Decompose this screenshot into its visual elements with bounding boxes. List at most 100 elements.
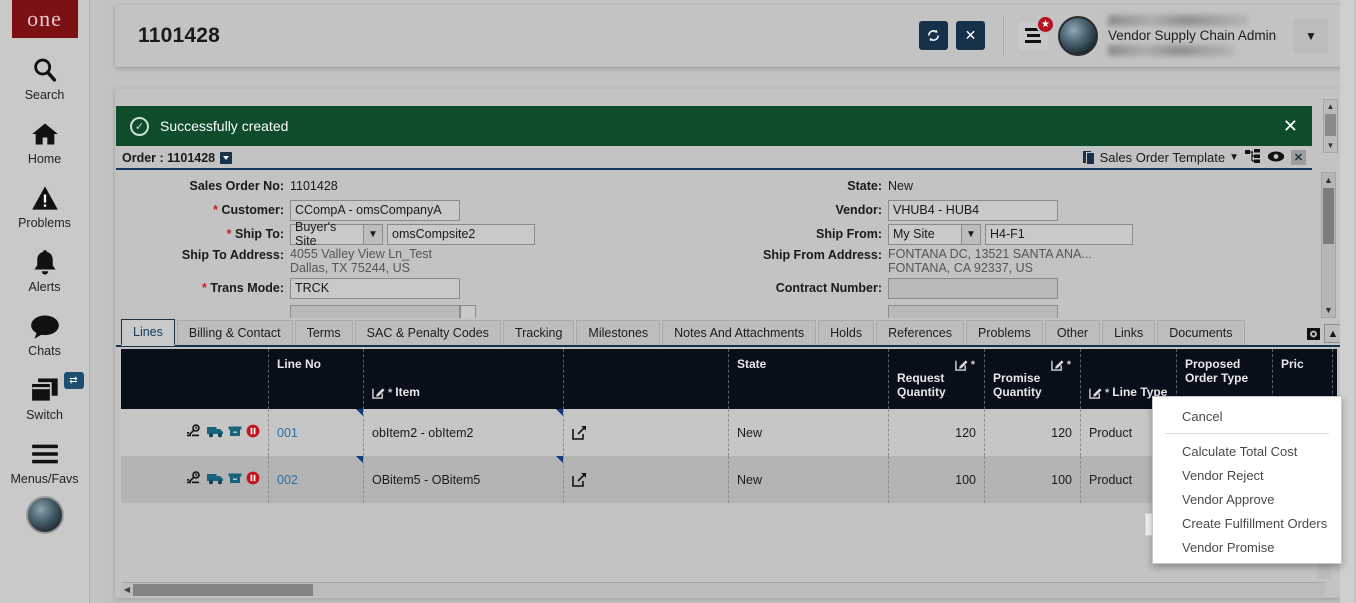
sidebar-item-home[interactable]: Home — [0, 118, 90, 166]
sidebar-item-menus-favs[interactable]: Menus/Favs — [0, 438, 90, 486]
form-vertical-scrollbar[interactable]: ▲ ▼ — [1321, 172, 1336, 318]
cell-item-edit[interactable] — [564, 409, 729, 456]
menu-item-vendor-reject[interactable]: Vendor Reject — [1153, 463, 1341, 487]
menu-item-vendor-approve[interactable]: Vendor Approve — [1153, 487, 1341, 511]
line-no-link[interactable]: 001 — [277, 426, 298, 440]
vendor-input[interactable]: VHUB4 - HUB4 — [888, 200, 1058, 221]
menu-item-calculate-total-cost[interactable]: Calculate Total Cost — [1153, 439, 1341, 463]
truck-icon[interactable] — [207, 425, 224, 441]
favorites-star-badge[interactable]: ★ — [1036, 15, 1055, 34]
tracking-icon[interactable] — [187, 424, 203, 441]
tab-milestones[interactable]: Milestones — [576, 320, 660, 345]
line-no-link[interactable]: 002 — [277, 473, 298, 487]
user-menu-chevron[interactable]: ▼ — [1294, 19, 1328, 53]
sidebar-item-switch[interactable]: ⇄ Switch — [0, 374, 90, 422]
cell-request-quantity[interactable]: 120 — [889, 409, 985, 456]
tab-holds[interactable]: Holds — [818, 320, 874, 345]
scroll-up-arrow-icon[interactable]: ▲ — [1324, 100, 1337, 113]
grid-header-item[interactable]: * Item — [364, 349, 564, 409]
tracking-icon[interactable] — [187, 471, 203, 488]
close-template-icon[interactable]: ✕ — [1291, 150, 1306, 165]
window-scrollbar[interactable] — [1340, 0, 1354, 603]
tab-billing-contact[interactable]: Billing & Contact — [177, 320, 293, 345]
trans-mode-input[interactable]: TRCK — [290, 278, 460, 299]
switch-badge-icon[interactable]: ⇄ — [64, 372, 84, 389]
sidebar-item-alerts[interactable]: Alerts — [0, 246, 90, 294]
avatar[interactable] — [1058, 16, 1098, 56]
cell-request-quantity[interactable]: 100 — [889, 456, 985, 503]
cell-item[interactable]: OBitem5 - OBitem5 — [364, 456, 564, 503]
partial-field-right[interactable] — [888, 305, 1058, 318]
tab-terms[interactable]: Terms — [295, 320, 353, 345]
tab-notes-and-attachments[interactable]: Notes And Attachments — [662, 320, 816, 345]
cell-line-no[interactable]: 002 — [269, 456, 364, 503]
customer-input[interactable]: CCompA - omsCompanyA — [290, 200, 460, 221]
grid-header-item-edit — [564, 349, 729, 409]
chevron-down-icon[interactable]: ▼ — [1229, 152, 1239, 163]
rail-avatar[interactable] — [26, 496, 64, 534]
scroll-left-arrow-icon[interactable]: ◀ — [121, 585, 133, 594]
scroll-thumb[interactable] — [133, 584, 313, 596]
banner-close-icon[interactable]: ✕ — [1283, 116, 1298, 137]
refresh-button[interactable] — [919, 21, 948, 50]
sales-order-template-label: Sales Order Template — [1100, 150, 1226, 165]
contract-number-input[interactable] — [888, 278, 1058, 299]
cell-item[interactable]: obItem2 - obItem2 — [364, 409, 564, 456]
tab-links[interactable]: Links — [1102, 320, 1155, 345]
close-button[interactable]: ✕ — [956, 21, 985, 50]
ship-to-select-value: Buyer's Site — [291, 220, 363, 248]
field-trans-mode: * Trans Mode: TRCK — [116, 277, 714, 299]
tab-sac-penalty-codes[interactable]: SAC & Penalty Codes — [355, 320, 501, 345]
scroll-thumb[interactable] — [1325, 114, 1336, 136]
scroll-thumb[interactable] — [1323, 188, 1334, 244]
cell-item-edit[interactable] — [564, 456, 729, 503]
menu-item-cancel[interactable]: Cancel — [1153, 404, 1341, 428]
cell-marker-icon — [356, 409, 363, 416]
grid-header-line-no[interactable]: Line No — [269, 349, 364, 409]
app-logo[interactable]: one — [12, 0, 78, 38]
hold-icon[interactable] — [246, 471, 260, 488]
tab-tracking[interactable]: Tracking — [503, 320, 574, 345]
gear-icon[interactable] — [1304, 324, 1322, 343]
eye-icon[interactable] — [1267, 150, 1285, 166]
tab-references[interactable]: References — [876, 320, 964, 345]
grid-horizontal-scrollbar[interactable]: ◀ — [121, 582, 1325, 596]
truck-icon[interactable] — [207, 472, 224, 488]
partial-select-left[interactable] — [460, 305, 476, 318]
hold-icon[interactable] — [246, 424, 260, 441]
cell-line-no[interactable]: 001 — [269, 409, 364, 456]
grid-header-request-quantity[interactable]: * Request Quantity — [889, 349, 985, 409]
partial-field-left[interactable] — [290, 305, 460, 318]
tab-documents[interactable]: Documents — [1157, 320, 1244, 345]
grid-header-state[interactable]: State — [729, 349, 889, 409]
chevron-down-icon[interactable]: ▼ — [961, 225, 980, 244]
ship-from-select[interactable]: My Site ▼ — [888, 224, 981, 245]
ship-to-site-input[interactable]: omsCompsite2 — [387, 224, 535, 245]
ship-to-select[interactable]: Buyer's Site ▼ — [290, 224, 383, 245]
scroll-up-arrow-icon[interactable]: ▲ — [1322, 173, 1335, 187]
box-icon[interactable] — [228, 425, 242, 441]
menu-item-create-fulfillment-orders[interactable]: Create Fulfillment Orders — [1153, 511, 1341, 535]
sales-order-template-button[interactable]: Sales Order Template ▼ — [1083, 150, 1239, 165]
field-value: 1101428 — [290, 179, 338, 193]
cell-promise-quantity[interactable]: 120 — [985, 409, 1081, 456]
menu-item-vendor-promise[interactable]: Vendor Promise — [1153, 535, 1341, 559]
chevron-down-icon[interactable]: ▼ — [363, 225, 382, 244]
sidebar-item-chats[interactable]: Chats — [0, 310, 90, 358]
sidebar-item-search[interactable]: Search — [0, 54, 90, 102]
grid-header-promise-quantity[interactable]: * Promise Quantity — [985, 349, 1081, 409]
header-menu-button[interactable]: ★ — [1018, 22, 1048, 50]
cell-promise-quantity[interactable]: 100 — [985, 456, 1081, 503]
panel-vertical-scrollbar[interactable]: ▲ ▼ — [1323, 99, 1338, 153]
order-dropdown-icon[interactable] — [220, 152, 232, 164]
sidebar-item-problems[interactable]: Problems — [0, 182, 90, 230]
scroll-down-arrow-icon[interactable]: ▼ — [1324, 139, 1337, 152]
tab-other[interactable]: Other — [1045, 320, 1100, 345]
ship-from-site-input[interactable]: H4-F1 — [985, 224, 1133, 245]
tab-problems[interactable]: Problems — [966, 320, 1043, 345]
scroll-down-arrow-icon[interactable]: ▼ — [1322, 303, 1335, 317]
chat-bubble-icon — [28, 310, 62, 342]
tab-lines[interactable]: Lines — [121, 319, 175, 346]
box-icon[interactable] — [228, 472, 242, 488]
hierarchy-icon[interactable] — [1245, 149, 1261, 166]
